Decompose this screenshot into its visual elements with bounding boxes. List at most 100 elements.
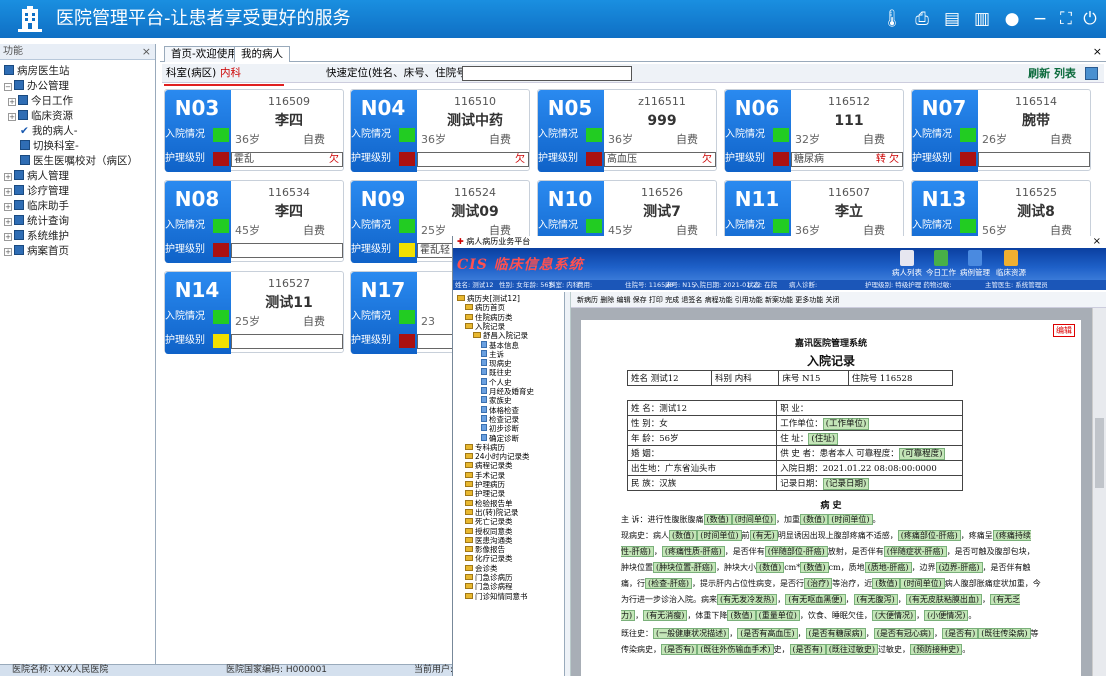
- patient-list-button[interactable]: 病人列表: [889, 250, 925, 278]
- expand-icon[interactable]: +: [4, 248, 12, 256]
- scroll-thumb[interactable]: [1095, 418, 1104, 488]
- template-field[interactable]: (数值): [755, 562, 785, 573]
- template-field[interactable]: (记录日期): [822, 478, 870, 490]
- record-tree-item[interactable]: 现病史: [481, 359, 512, 368]
- record-tree-item[interactable]: 舒昌入院记录: [473, 331, 528, 340]
- template-field[interactable]: (数值): [872, 578, 901, 589]
- bed-card[interactable]: N04 入院情况 护理级别 116510 测试中药 36岁 自费欠: [350, 89, 530, 172]
- record-manage-button[interactable]: 病例管理: [957, 250, 993, 278]
- template-field[interactable]: (治疗): [803, 578, 833, 589]
- record-tree-item[interactable]: 化疗记录类: [465, 554, 513, 563]
- record-tree-item[interactable]: 病历首页: [465, 303, 505, 312]
- doc-info-cell[interactable]: 工作单位： (工作单位): [776, 415, 963, 431]
- tab-my-patients[interactable]: 我的病人: [234, 46, 290, 62]
- present-illness-para[interactable]: 现病史：病人 (数值) (时间单位) 前 (有无) 明显诱因出现上腹部疼痛不适感， (疼痛部…: [621, 528, 1041, 624]
- template-field[interactable]: (重量单位): [755, 610, 800, 621]
- template-field[interactable]: (伴随症状-肝癌): [883, 546, 947, 557]
- bed-card[interactable]: N07 入院情况 护理级别 116514 腕带 26岁 自费: [911, 89, 1091, 172]
- record-tree-item[interactable]: 影像报告: [465, 545, 505, 554]
- template-field[interactable]: (时间单位): [828, 514, 873, 525]
- template-field[interactable]: (有无消瘦): [643, 610, 688, 621]
- expand-icon[interactable]: +: [4, 203, 12, 211]
- expand-icon[interactable]: +: [4, 173, 12, 181]
- thermometer-icon[interactable]: 🌡: [881, 8, 903, 30]
- cis-editor-toolbar[interactable]: 新病历 删除 编辑 保存 打印 完成 退签名 病程功能 引用功能 新案功能 更多…: [571, 292, 1106, 308]
- tree-item[interactable]: − 办公管理: [4, 79, 69, 93]
- tree-item[interactable]: + 统计查询: [4, 214, 69, 228]
- expand-icon[interactable]: +: [8, 113, 16, 121]
- record-tree-item[interactable]: 家族史: [481, 396, 512, 405]
- doc-info-cell[interactable]: 供 史 者：患者本人 可靠程度： (可靠程度): [776, 445, 963, 461]
- template-field[interactable]: (肿块位置-肝癌): [653, 562, 716, 573]
- template-field[interactable]: (既往外伤输血手术): [697, 644, 774, 655]
- export-icon[interactable]: [1085, 67, 1098, 80]
- template-field[interactable]: (可靠程度): [898, 448, 946, 460]
- record-tree-item[interactable]: 体格检查: [481, 405, 519, 415]
- template-field[interactable]: (边界-肝癌): [935, 562, 983, 573]
- doc-info-cell[interactable]: 职 业：: [776, 400, 963, 416]
- doc-info-cell[interactable]: 入院日期：2021.01.22 08:08:00:0000: [776, 460, 963, 476]
- template-field[interactable]: (既往过敏史): [825, 644, 878, 655]
- close-tabs-icon[interactable]: ×: [1093, 45, 1102, 58]
- collapse-icon[interactable]: −: [4, 83, 12, 91]
- tree-item[interactable]: 切换科室-: [20, 139, 79, 153]
- cis-editor-scrollbar[interactable]: [1092, 308, 1106, 676]
- past-history-para[interactable]: 既往史： (一般健康状况描述)， (是否有高血压)， (是否有糖尿病)， (是否有冠心病…: [621, 626, 1041, 676]
- clinical-resource-button[interactable]: 临床资源: [993, 250, 1029, 278]
- quick-locate-input[interactable]: [462, 66, 632, 81]
- template-field[interactable]: (时间单位): [900, 578, 945, 589]
- record-tree-item[interactable]: 检查记录: [481, 414, 519, 424]
- expand-icon[interactable]: +: [4, 218, 12, 226]
- doc-info-cell[interactable]: 记录日期： (记录日期): [776, 475, 963, 491]
- template-field[interactable]: (有无发冷发热): [717, 594, 778, 605]
- template-field[interactable]: (是否有冠心病): [873, 628, 934, 639]
- doc-info-cell[interactable]: 性 别：女: [626, 415, 778, 431]
- record-tree-item[interactable]: 手术记录: [465, 471, 505, 480]
- record-tree-item[interactable]: 医患沟通类: [465, 536, 513, 545]
- tree-item[interactable]: ✔ 我的病人-: [20, 124, 78, 138]
- template-field[interactable]: (大便情况): [871, 610, 917, 621]
- tree-item[interactable]: 医生医嘱校对（病区）: [20, 154, 138, 168]
- doc-info-cell[interactable]: 姓 名：测试12: [626, 400, 778, 416]
- template-field[interactable]: (是否有糖尿病): [805, 628, 866, 639]
- template-field[interactable]: (小便情况): [924, 610, 969, 621]
- record-tree-item[interactable]: 专科病历: [465, 443, 505, 452]
- power-icon[interactable]: ⏻: [1079, 8, 1101, 30]
- tree-item[interactable]: + 今日工作: [8, 94, 73, 108]
- record-tree-item[interactable]: 出(转)院记录: [465, 508, 518, 517]
- template-field[interactable]: (既往传染病): [978, 628, 1031, 639]
- template-field[interactable]: (预防接种史): [910, 644, 963, 655]
- template-field[interactable]: (是否有): [661, 644, 698, 655]
- record-tree-item[interactable]: 主诉: [481, 349, 504, 359]
- expand-icon[interactable]: +: [8, 98, 16, 106]
- record-tree-item[interactable]: 住院病历类: [465, 313, 513, 322]
- tree-item[interactable]: + 病案首页: [4, 244, 69, 258]
- record-tree-item[interactable]: 个人史: [481, 377, 512, 387]
- tree-item[interactable]: 病房医生站: [4, 64, 70, 78]
- fullscreen-icon[interactable]: ⛶: [1055, 8, 1077, 30]
- tree-item[interactable]: + 临床助手: [4, 199, 69, 213]
- template-field[interactable]: (工作单位): [822, 418, 870, 430]
- record-tree-item[interactable]: 门急诊病程: [465, 582, 513, 591]
- doc-info-cell[interactable]: 民 族：汉族: [626, 475, 778, 491]
- record-tree-item[interactable]: 护理记录: [465, 489, 505, 498]
- doc-info-cell[interactable]: 出生地：广东省汕头市: [626, 460, 778, 476]
- record-tree-item[interactable]: 护理病历: [465, 480, 505, 489]
- record-tree-item[interactable]: 24小时内记录类: [465, 452, 530, 461]
- expand-icon[interactable]: +: [4, 188, 12, 196]
- template-field[interactable]: (有无呕血黑便): [785, 594, 846, 605]
- record-tree-item[interactable]: 门诊知情同意书: [465, 592, 528, 601]
- template-field[interactable]: (疼痛性质-肝癌): [661, 546, 725, 557]
- monitor-icon[interactable]: ▤: [941, 8, 963, 30]
- function-panel-close-icon[interactable]: ×: [142, 44, 151, 60]
- template-field[interactable]: (疼痛部位-肝癌): [897, 530, 961, 541]
- template-field[interactable]: (住址): [808, 433, 839, 445]
- record-tree-item[interactable]: 病程记录类: [465, 461, 513, 470]
- template-field[interactable]: (有无腹泻): [853, 594, 898, 605]
- template-field[interactable]: (有无皮肤粘膜出血): [905, 594, 982, 605]
- record-tree-item[interactable]: 门急诊病历: [465, 573, 513, 582]
- bed-card[interactable]: N03 入院情况 护理级别 116509 李四 36岁 自费 霍乱 欠: [164, 89, 344, 172]
- bed-card[interactable]: N08 入院情况 护理级别 116534 李四 45岁 自费: [164, 180, 344, 263]
- tree-item[interactable]: + 诊疗管理: [4, 184, 69, 198]
- record-tree-item[interactable]: 既往史: [481, 368, 512, 377]
